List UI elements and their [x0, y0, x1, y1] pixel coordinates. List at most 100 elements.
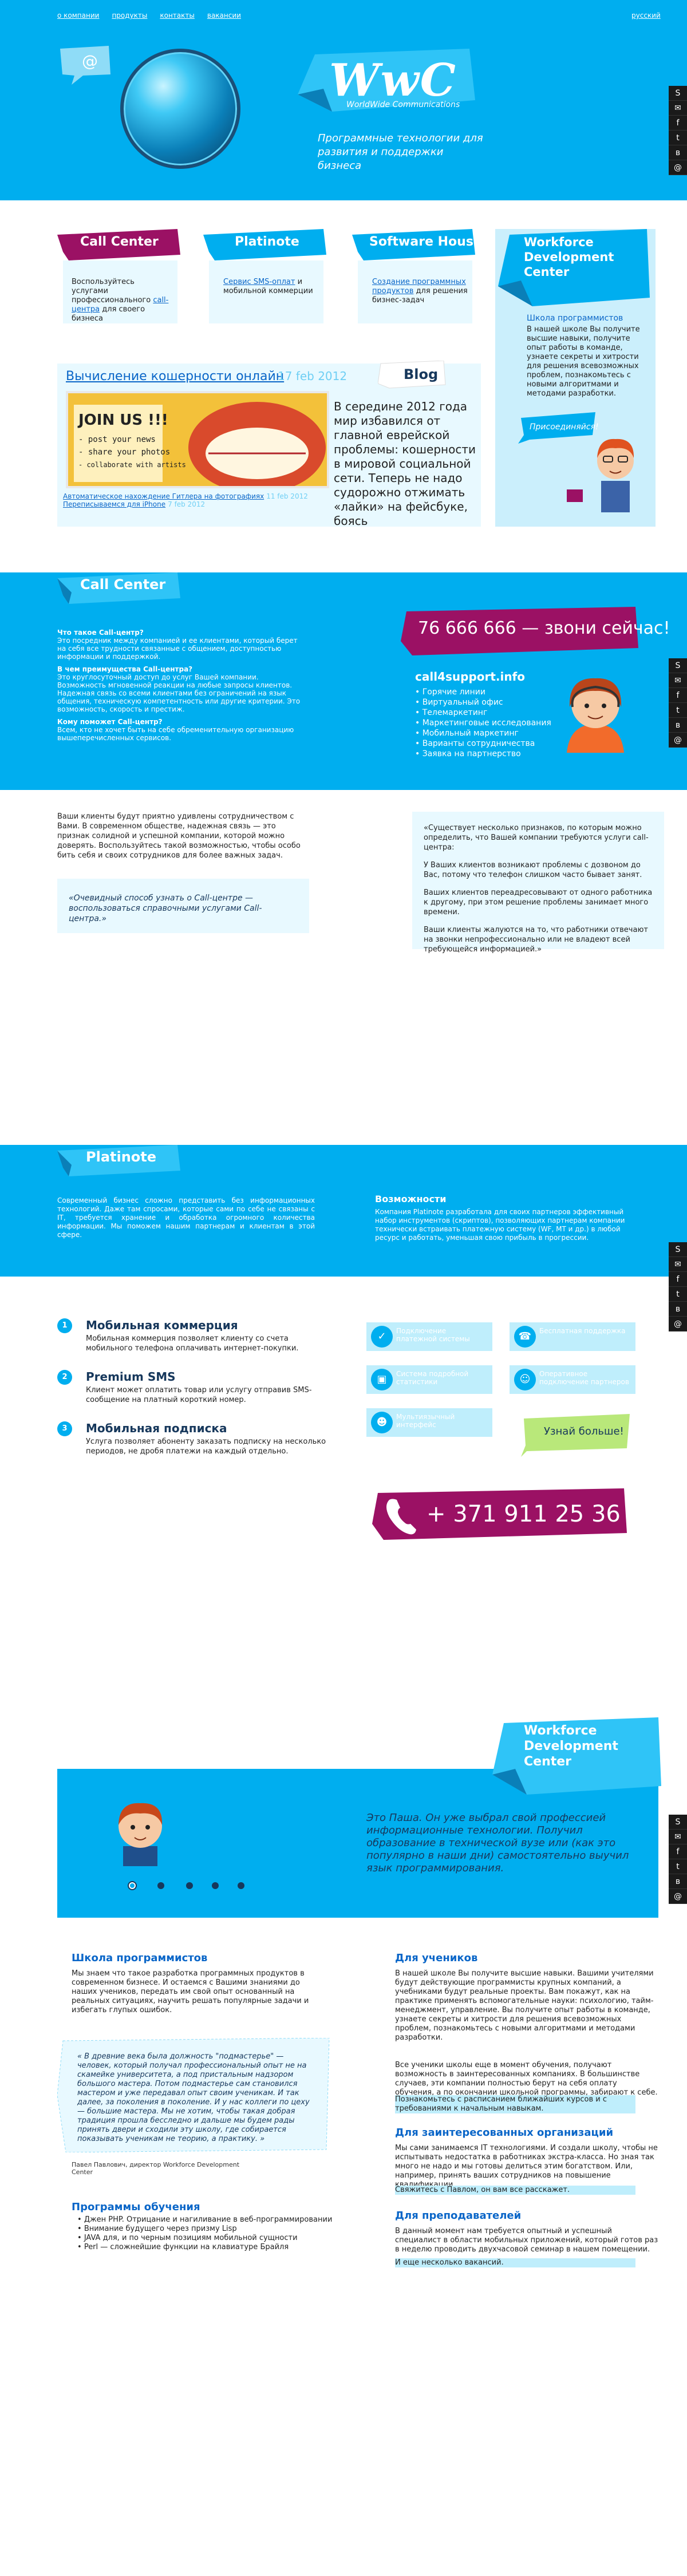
- blog-link-item: Автоматическое нахождение Гитлера на фот…: [63, 492, 308, 500]
- callcenter-quote: «Очевидный способ узнать о Call-центре —…: [57, 879, 309, 933]
- list-item[interactable]: • Горячие линии: [415, 687, 551, 697]
- blog-body: В середине 2012 года мир избавился от гл…: [334, 400, 476, 528]
- at-icon[interactable]: @: [669, 1317, 687, 1332]
- language-switch[interactable]: русский: [631, 11, 661, 19]
- twitter-icon[interactable]: t: [669, 131, 687, 145]
- at-icon[interactable]: @: [669, 1889, 687, 1904]
- faq-question: Что такое Call-центр?: [57, 629, 144, 637]
- vacancies-link[interactable]: И еще несколько вакансий.: [395, 2258, 635, 2267]
- service-title-software-house: Software House: [369, 235, 482, 249]
- callcenter-signs-text: У Ваших клиентов возникают проблемы с до…: [424, 861, 642, 879]
- item-number-badge: 1: [57, 1318, 72, 1333]
- at-icon[interactable]: @: [669, 733, 687, 748]
- svg-text:JOIN US !!!: JOIN US !!!: [77, 412, 168, 429]
- nav-item-vacancies[interactable]: вакансии: [207, 11, 241, 19]
- social-bar-platinote: S ✉ f t в @: [669, 1242, 687, 1332]
- feature-label: Система подробной статистики: [396, 1370, 469, 1386]
- service-title-callcenter: Call Center: [80, 235, 159, 249]
- students-text: В нашей школе Вы получите высшие навыки.…: [395, 1969, 654, 2042]
- mail-icon[interactable]: ✉: [669, 101, 687, 116]
- logo-subtitle: WorldWide Communications: [346, 100, 460, 109]
- facebook-icon[interactable]: f: [669, 116, 687, 131]
- nav-item-products[interactable]: продукты: [112, 11, 147, 19]
- social-bar-top: S ✉ f t в @: [669, 86, 687, 175]
- feature-label: Бесплатная поддержка: [539, 1327, 626, 1335]
- at-icon[interactable]: @: [669, 160, 687, 175]
- skype-icon[interactable]: S: [669, 86, 687, 101]
- twitter-icon[interactable]: t: [669, 1287, 687, 1302]
- list-item[interactable]: • JAVA для, и по черным позициям мобильн…: [77, 2234, 332, 2243]
- facebook-icon[interactable]: f: [669, 688, 687, 703]
- list-item[interactable]: • Perl — сложнейшие функции на клавиатур…: [77, 2243, 332, 2252]
- blog-links: Автоматическое нахождение Гитлера на фот…: [63, 492, 308, 508]
- callcenter-phone[interactable]: 76 666 666 — звони сейчас!: [418, 618, 670, 638]
- skype-icon[interactable]: S: [669, 658, 687, 673]
- feature-card: ☻ Мультиязычный интерфейс: [366, 1408, 492, 1437]
- skype-icon[interactable]: S: [669, 1815, 687, 1830]
- vk-icon[interactable]: в: [669, 1302, 687, 1317]
- faq-answer: Всем, кто не хочет быть на себе обремени…: [57, 726, 294, 742]
- twitter-icon[interactable]: t: [669, 1859, 687, 1874]
- list-item[interactable]: • Варианты сотрудничества: [415, 738, 551, 749]
- list-item[interactable]: • Телемаркетинг: [415, 708, 551, 718]
- callcenter-section-title: Call Center: [80, 576, 166, 592]
- contact-pavel-link[interactable]: Свяжитесь с Павлом, он вам все расскажет…: [395, 2186, 635, 2195]
- callcenter-signs-text: Ваши клиенты жалуются на то, что работни…: [424, 926, 648, 954]
- mail-icon[interactable]: ✉: [669, 1257, 687, 1272]
- nav-item-about[interactable]: о компании: [57, 11, 99, 19]
- callcenter-email[interactable]: call4support.info: [415, 670, 525, 683]
- slider-dot[interactable]: [238, 1882, 244, 1889]
- schedule-link[interactable]: Познакомьтесь с расписанием ближайших ку…: [395, 2095, 635, 2113]
- blog-link-item: Переписываемся для iPhone 7 feb 2012: [63, 500, 206, 508]
- list-item[interactable]: • Виртуальный офис: [415, 697, 551, 708]
- school-quote: « В древние века была должность "подмаст…: [77, 2052, 310, 2143]
- organizations-heading: Для заинтересованных организаций: [395, 2127, 614, 2139]
- students-heading: Для учеников: [395, 1952, 478, 1964]
- feature-card: ✓ Подключение платежной системы: [366, 1322, 492, 1351]
- mail-icon[interactable]: ✉: [669, 1830, 687, 1844]
- list-item[interactable]: • Маркетинговые исследования: [415, 718, 551, 728]
- callcenter-services-list: • Горячие линии • Виртуальный офис • Тел…: [415, 687, 551, 759]
- slider-dot[interactable]: [129, 1882, 136, 1889]
- svg-text:Присоединяйся!: Присоединяйся!: [530, 422, 598, 432]
- learn-more-label[interactable]: Узнай больше!: [544, 1425, 624, 1437]
- slider-dot[interactable]: [186, 1882, 193, 1889]
- slider-dot[interactable]: [157, 1882, 164, 1889]
- list-item[interactable]: • Заявка на партнерство: [415, 749, 551, 759]
- workforce-title: Workforce Development Center: [524, 235, 614, 279]
- callcenter-faq: Что такое Call-центр? Это посредник межд…: [57, 629, 303, 746]
- feature-label: Подключение платежной системы: [396, 1327, 470, 1343]
- join-button[interactable]: Присоединяйся!: [518, 412, 598, 444]
- mail-icon[interactable]: ✉: [669, 673, 687, 688]
- facebook-icon[interactable]: f: [669, 1844, 687, 1859]
- twitter-icon[interactable]: t: [669, 703, 687, 718]
- teachers-heading: Для преподавателей: [395, 2210, 522, 2222]
- social-bar-workforce: S ✉ f t в @: [669, 1815, 687, 1904]
- svg-text:@: @: [82, 52, 98, 70]
- students-text: Все ученики школы еще в момент обучения,…: [395, 2061, 658, 2097]
- list-item[interactable]: • Внимание будущего через призму Lisp: [77, 2225, 332, 2234]
- vk-icon[interactable]: в: [669, 1874, 687, 1889]
- slider-dot[interactable]: [212, 1882, 219, 1889]
- workforce-heading: Школа программистов: [527, 314, 623, 323]
- at-bubble-icon: @: [60, 46, 110, 85]
- service-text-software-house: Создание программных продуктов для решен…: [372, 278, 468, 305]
- workforce-title-2: Workforce Development Center: [524, 1724, 618, 1769]
- callcenter-signs-text: Ваших клиентов переадресовывают от одног…: [424, 888, 653, 916]
- blog-link[interactable]: Автоматическое нахождение Гитлера на фот…: [63, 492, 264, 500]
- list-item[interactable]: • Мобильный маркетинг: [415, 728, 551, 738]
- vk-icon[interactable]: в: [669, 145, 687, 160]
- tagline: Программные технологии для развития и по…: [318, 132, 483, 172]
- nav-item-contacts[interactable]: контакты: [160, 11, 195, 19]
- blog-headline[interactable]: Вычисление кошерности онлайн: [66, 369, 284, 384]
- faq-answer: Это посредник между компанией и ее клиен…: [57, 637, 298, 661]
- vk-icon[interactable]: в: [669, 718, 687, 733]
- platinote-phone[interactable]: + 371 911 25 36: [427, 1501, 621, 1527]
- list-item[interactable]: • Джен PHP. Отрицание и нагиливание в ве…: [77, 2215, 332, 2225]
- blog-link[interactable]: Переписываемся для iPhone: [63, 500, 165, 508]
- sms-payment-link[interactable]: Сервис SMS-оплат: [223, 278, 295, 286]
- workforce-quote: Это Паша. Он уже выбрал свой профессией …: [366, 1812, 629, 1874]
- skype-icon[interactable]: S: [669, 1242, 687, 1257]
- partner-icon: ☺: [514, 1369, 536, 1390]
- facebook-icon[interactable]: f: [669, 1272, 687, 1287]
